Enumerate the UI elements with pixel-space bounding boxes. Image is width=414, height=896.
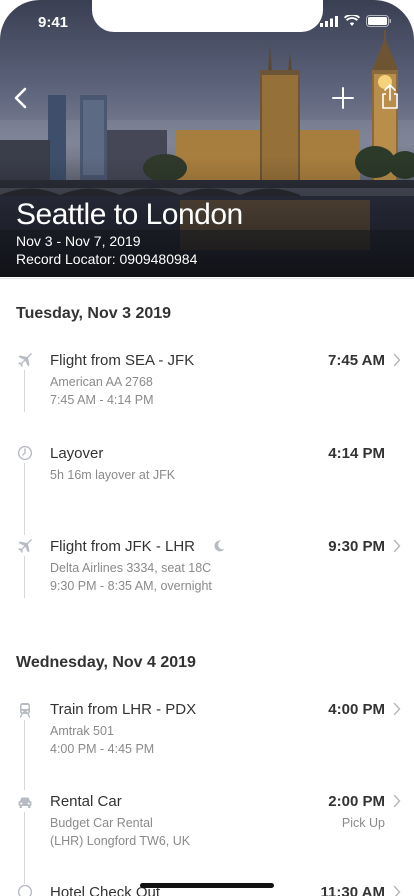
item-time: 9:30 PM	[328, 538, 385, 555]
item-detail: Delta Airlines 3334, seat 18C	[50, 561, 212, 575]
chevron-right-icon	[393, 794, 401, 808]
cellular-signal-icon	[320, 15, 338, 27]
item-time: 4:00 PM	[328, 701, 385, 718]
share-button[interactable]	[378, 83, 402, 111]
chevron-right-icon	[393, 885, 401, 896]
day-header: Wednesday, Nov 4 2019	[16, 654, 196, 671]
train-icon	[17, 702, 33, 718]
status-time: 9:41	[38, 14, 69, 31]
item-detail: 7:45 AM - 4:14 PM	[50, 393, 154, 407]
item-title: Flight from SEA - JFK	[50, 352, 195, 369]
item-detail: (LHR) Longford TW6, UK	[50, 834, 191, 848]
item-time: 2:00 PM	[328, 793, 385, 810]
add-button[interactable]	[331, 86, 355, 110]
chevron-right-icon	[393, 353, 401, 367]
timeline-connector	[24, 556, 25, 598]
hero-divider	[0, 278, 414, 279]
timeline-connector	[24, 720, 25, 790]
status-icons	[320, 15, 392, 27]
trip-hero-image: 9:41 Seattle to London Nov 3 - Nov 7, 20…	[0, 0, 414, 277]
home-indicator[interactable]	[140, 883, 274, 888]
battery-icon	[366, 15, 391, 27]
item-time: 7:45 AM	[328, 352, 385, 369]
day-header: Tuesday, Nov 3 2019	[16, 305, 172, 322]
hotel-icon	[17, 884, 33, 896]
trip-dates: Nov 3 - Nov 7, 2019	[16, 233, 141, 249]
item-title: Flight from JFK - LHR	[50, 538, 196, 555]
item-detail: 5h 16m layover at JFK	[50, 468, 176, 482]
plane-icon	[17, 352, 33, 368]
wifi-icon	[344, 15, 360, 26]
item-detail: American AA 2768	[50, 375, 153, 389]
device-notch	[92, 0, 323, 32]
item-title: Layover	[50, 445, 104, 462]
record-locator: Record Locator: 0909480984	[16, 251, 198, 267]
trip-title: Seattle to London	[16, 198, 243, 231]
chevron-right-icon	[393, 702, 401, 716]
chevron-right-icon	[393, 539, 401, 553]
item-title: Train from LHR - PDX	[50, 701, 197, 718]
item-detail: 9:30 PM - 8:35 AM, overnight	[50, 579, 212, 593]
item-title: Rental Car	[50, 793, 122, 810]
car-icon	[17, 794, 33, 810]
item-detail: Amtrak 501	[50, 724, 114, 738]
item-detail: Budget Car Rental	[50, 816, 153, 830]
clock-icon	[17, 445, 33, 461]
timeline-connector	[24, 463, 25, 535]
back-button[interactable]	[8, 84, 36, 112]
timeline-connector	[24, 812, 25, 884]
item-time: 4:14 PM	[328, 445, 385, 462]
item-time: 11:30 AM	[320, 884, 385, 896]
item-time-label: Pick Up	[341, 816, 385, 830]
timeline-connector	[24, 370, 25, 412]
plane-icon	[17, 538, 33, 554]
item-detail: 4:00 PM - 4:45 PM	[50, 742, 155, 756]
moon-icon	[214, 540, 225, 552]
